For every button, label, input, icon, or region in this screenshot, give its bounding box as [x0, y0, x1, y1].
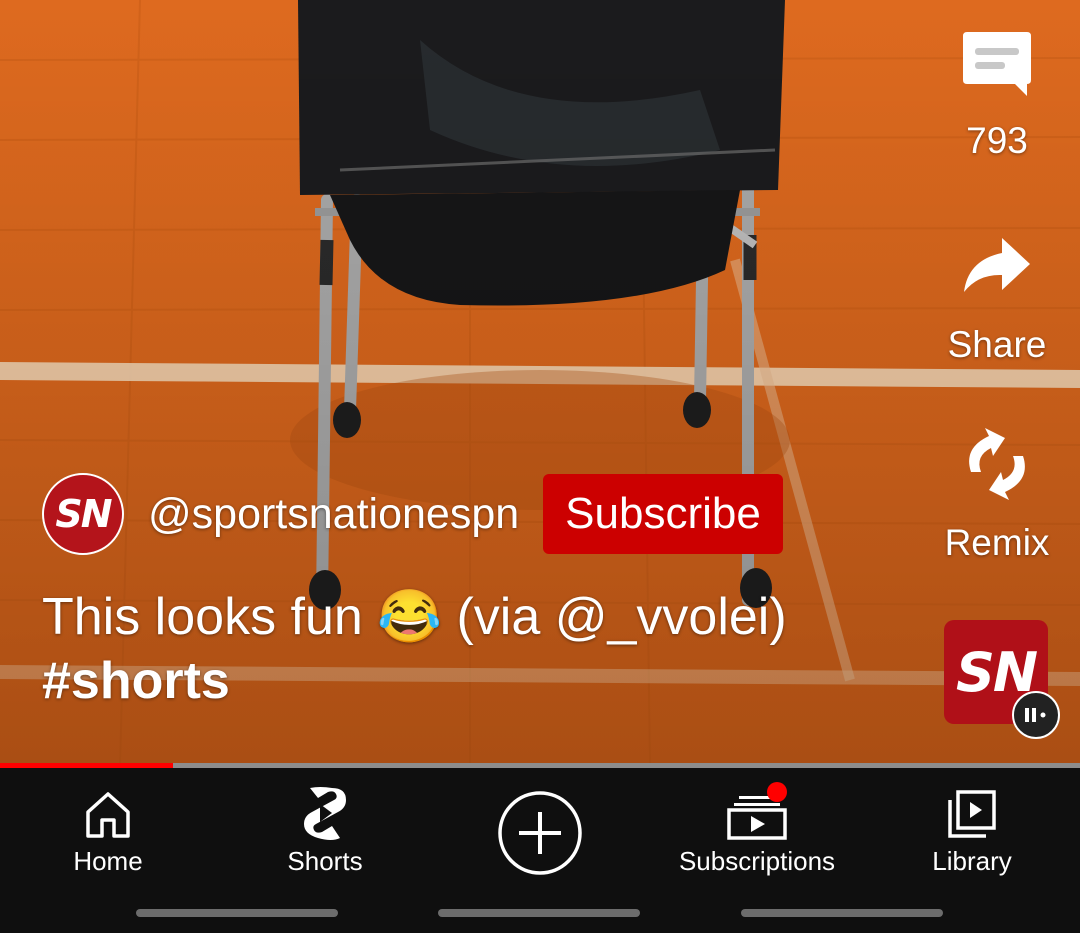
caption-text: This looks fun 😂 (via @_vvolei) — [42, 588, 787, 646]
nav-subscriptions-label: Subscriptions — [678, 846, 836, 876]
channel-row: SN @sportsnationespn Subscribe — [42, 473, 783, 555]
share-label: Share — [947, 324, 1047, 365]
recents-gesture-bar[interactable] — [136, 909, 338, 917]
remix-label: Remix — [944, 522, 1050, 563]
video-player[interactable]: 793 Share Remix SN @sportsnationespn Sub… — [0, 0, 1080, 767]
channel-avatar[interactable]: SN — [42, 473, 124, 555]
nav-home-label: Home — [73, 846, 143, 876]
notification-dot — [767, 782, 787, 802]
subscriptions-icon — [727, 782, 787, 840]
create-plus-icon — [498, 791, 582, 875]
video-caption[interactable]: This looks fun 😂 (via @_vvolei) #shorts — [42, 585, 892, 713]
back-gesture-bar[interactable] — [741, 909, 943, 917]
share-button[interactable]: Share — [940, 236, 1054, 366]
avatar-logo-text: SN — [55, 492, 112, 536]
nav-shorts[interactable]: Shorts — [275, 768, 375, 898]
comments-count: 793 — [966, 120, 1028, 161]
remix-icon — [969, 428, 1025, 500]
caption-hashtag[interactable]: #shorts — [42, 649, 892, 713]
nav-subscriptions[interactable]: Subscriptions — [672, 768, 842, 898]
pause-icon — [1025, 708, 1046, 722]
home-gesture-bar[interactable] — [438, 909, 640, 917]
nav-library[interactable]: Library — [922, 768, 1022, 898]
share-icon — [964, 238, 1030, 292]
shorts-icon — [304, 787, 346, 840]
nav-library-label: Library — [932, 846, 1012, 876]
create-button[interactable] — [496, 768, 584, 898]
library-icon — [948, 790, 996, 838]
nav-home[interactable]: Home — [58, 768, 158, 898]
subscribe-button[interactable]: Subscribe — [543, 474, 783, 554]
channel-handle[interactable]: @sportsnationespn — [148, 490, 519, 539]
pause-badge — [1012, 691, 1060, 739]
remix-button[interactable]: Remix — [940, 428, 1054, 564]
home-icon — [86, 792, 130, 838]
comments-button[interactable]: 793 — [940, 28, 1054, 162]
nav-shorts-label: Shorts — [287, 846, 363, 876]
comment-icon — [963, 32, 1031, 96]
